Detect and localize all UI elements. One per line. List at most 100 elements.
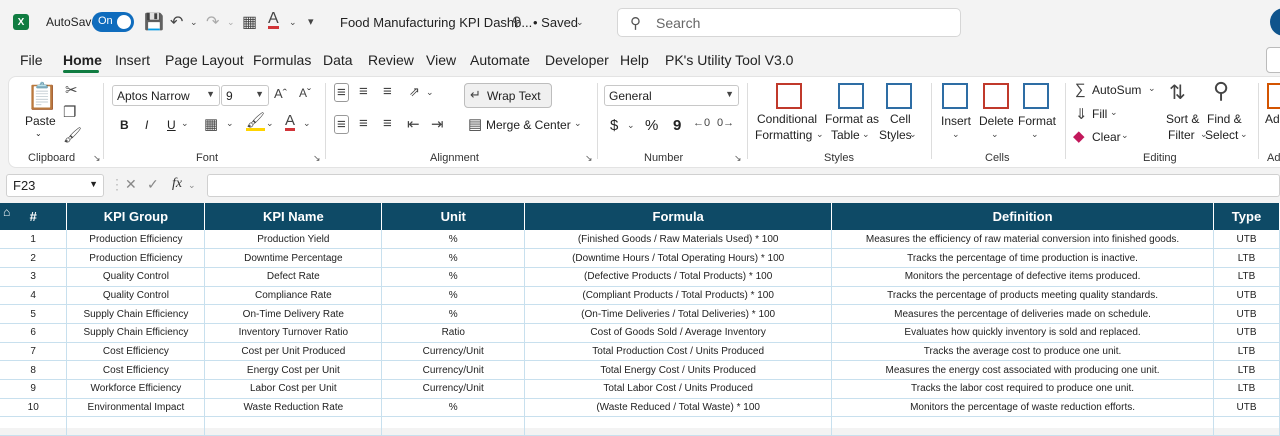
cell-unit[interactable]: % bbox=[381, 267, 526, 287]
header-formula[interactable]: Formula bbox=[524, 203, 833, 230]
cell-index[interactable]: 1 bbox=[0, 230, 68, 250]
cell-unit[interactable]: % bbox=[381, 304, 526, 324]
orientation-dropdown-icon[interactable]: ⌄ bbox=[426, 87, 434, 98]
cell-formula[interactable]: (Defective Products / Total Products) * … bbox=[524, 267, 833, 287]
table-label[interactable]: Table bbox=[831, 128, 860, 142]
borders-icon[interactable]: ▦ bbox=[204, 115, 218, 133]
paste-button-label[interactable]: Paste bbox=[25, 114, 56, 128]
header-index[interactable]: ⌂ # bbox=[0, 203, 68, 230]
decrease-font-icon[interactable]: Aˇ bbox=[299, 86, 311, 100]
font-name-select[interactable]: Aptos Narrow ▼ bbox=[112, 85, 220, 106]
cell-kpi-group[interactable]: Quality Control bbox=[66, 267, 206, 287]
tab-data[interactable]: Data bbox=[323, 52, 353, 68]
cell-unit[interactable] bbox=[381, 416, 526, 436]
cell-type[interactable]: LTB bbox=[1213, 342, 1280, 362]
cell-index[interactable]: 6 bbox=[0, 323, 68, 343]
format-painter-icon[interactable]: 🖌 bbox=[63, 126, 82, 144]
cell-index[interactable]: 2 bbox=[0, 248, 68, 268]
fill-color-dropdown-icon[interactable]: ⌄ bbox=[266, 118, 274, 129]
conditional-label[interactable]: Conditional bbox=[757, 112, 817, 126]
autosum-icon[interactable]: ∑ bbox=[1075, 81, 1086, 98]
cell-definition[interactable]: Measures the efficiency of raw material … bbox=[831, 230, 1214, 250]
delete-dropdown-icon[interactable]: ⌄ bbox=[991, 129, 999, 140]
header-kpi-group[interactable]: KPI Group bbox=[66, 203, 206, 230]
cell-formula[interactable] bbox=[524, 416, 833, 436]
font-launcher-icon[interactable]: ↘ bbox=[313, 153, 321, 164]
insert-dropdown-icon[interactable]: ⌄ bbox=[952, 129, 960, 140]
cell-styles-dropdown-icon[interactable]: ⌄ bbox=[909, 129, 917, 140]
select-label[interactable]: Select bbox=[1205, 128, 1238, 142]
merge-center-icon[interactable]: ▤ bbox=[468, 115, 482, 133]
fill-color-icon[interactable]: 🖌 bbox=[246, 113, 266, 131]
tab-view[interactable]: View bbox=[426, 52, 456, 68]
cell-kpi-name[interactable]: Compliance Rate bbox=[204, 286, 383, 306]
insert-cells-label[interactable]: Insert bbox=[941, 114, 971, 128]
cell-definition[interactable]: Measures the energy cost associated with… bbox=[831, 360, 1214, 380]
cell-formula[interactable]: Total Labor Cost / Units Produced bbox=[524, 379, 833, 399]
redo-icon[interactable]: ↷ bbox=[206, 12, 219, 32]
formatting-label[interactable]: Formatting bbox=[755, 128, 812, 142]
saved-dropdown-icon[interactable]: ⌄ bbox=[576, 17, 584, 28]
cell-definition[interactable]: Evaluates how quickly inventory is sold … bbox=[831, 323, 1214, 343]
header-kpi-name[interactable]: KPI Name bbox=[204, 203, 383, 230]
tab-automate[interactable]: Automate bbox=[470, 52, 530, 68]
cell-kpi-group[interactable]: Cost Efficiency bbox=[66, 342, 206, 362]
cell-kpi-group[interactable]: Cost Efficiency bbox=[66, 360, 206, 380]
cell-index[interactable]: 10 bbox=[0, 398, 68, 418]
cell-kpi-group[interactable]: Supply Chain Efficiency bbox=[66, 304, 206, 324]
align-center-icon[interactable]: ≡ bbox=[359, 115, 368, 132]
cell-unit[interactable]: % bbox=[381, 398, 526, 418]
cell-kpi-name[interactable]: Cost per Unit Produced bbox=[204, 342, 383, 362]
delete-cells-icon[interactable] bbox=[983, 83, 1009, 109]
cell-kpi-name[interactable]: Labor Cost per Unit bbox=[204, 379, 383, 399]
orientation-icon[interactable]: ⇗ bbox=[409, 84, 420, 100]
cell-definition[interactable] bbox=[831, 416, 1214, 436]
home-icon[interactable]: ⌂ bbox=[3, 205, 10, 219]
cell-kpi-name[interactable]: Defect Rate bbox=[204, 267, 383, 287]
cell-formula[interactable]: (Waste Reduced / Total Waste) * 100 bbox=[524, 398, 833, 418]
clear-button[interactable]: Clear bbox=[1092, 130, 1121, 144]
redo-dropdown-icon[interactable]: ⌄ bbox=[227, 17, 235, 28]
cell-index[interactable]: 4 bbox=[0, 286, 68, 306]
number-format-select[interactable]: General ▼ bbox=[604, 85, 739, 106]
cell-kpi-name[interactable]: Waste Reduction Rate bbox=[204, 398, 383, 418]
cell-definition[interactable]: Tracks the labor cost required to produc… bbox=[831, 379, 1214, 399]
formula-input[interactable] bbox=[207, 174, 1280, 197]
cell-unit[interactable]: % bbox=[381, 248, 526, 268]
find-dropdown-icon[interactable]: ⌄ bbox=[1240, 129, 1248, 140]
cell-type[interactable]: LTB bbox=[1213, 379, 1280, 399]
accounting-dropdown-icon[interactable]: ⌄ bbox=[627, 120, 635, 131]
tab-formulas[interactable]: Formulas bbox=[253, 52, 311, 68]
cell-type[interactable] bbox=[1213, 416, 1280, 436]
underline-dropdown-icon[interactable]: ⌄ bbox=[181, 118, 189, 129]
cell-index[interactable]: 9 bbox=[0, 379, 68, 399]
spreadsheet-grid[interactable]: ⌂ # KPI Group KPI Name Unit Formula Defin… bbox=[0, 203, 1280, 436]
conditional-dropdown-icon[interactable]: ⌄ bbox=[816, 129, 824, 140]
cell-type[interactable]: UTB bbox=[1213, 323, 1280, 343]
undo-icon[interactable]: ↶ bbox=[170, 12, 183, 32]
fill-dropdown-icon[interactable]: ⌄ bbox=[1110, 107, 1118, 118]
cell-formula[interactable]: (On-Time Deliveries / Total Deliveries) … bbox=[524, 304, 833, 324]
add-ins-icon[interactable] bbox=[1267, 83, 1280, 109]
cell-formula[interactable]: (Compliant Products / Total Products) * … bbox=[524, 286, 833, 306]
cell-unit[interactable]: Ratio bbox=[381, 323, 526, 343]
sort-filter-icon[interactable]: ⇅ bbox=[1169, 80, 1186, 105]
fill-icon[interactable]: ⇓ bbox=[1075, 105, 1088, 123]
cancel-icon[interactable]: ✕ bbox=[125, 176, 137, 193]
cell-type[interactable]: UTB bbox=[1213, 304, 1280, 324]
header-unit[interactable]: Unit bbox=[381, 203, 526, 230]
align-top-icon[interactable]: ≡ bbox=[334, 83, 349, 102]
autosum-button[interactable]: AutoSum bbox=[1092, 83, 1141, 97]
align-middle-icon[interactable]: ≡ bbox=[359, 83, 368, 100]
drag-handle-icon[interactable]: ⋮ bbox=[110, 176, 124, 193]
italic-button[interactable]: I bbox=[145, 118, 148, 132]
cell-definition[interactable]: Tracks the average cost to produce one u… bbox=[831, 342, 1214, 362]
cell-formula[interactable]: (Downtime Hours / Total Operating Hours)… bbox=[524, 248, 833, 268]
percent-style-button[interactable]: % bbox=[645, 117, 658, 134]
function-dropdown-icon[interactable]: ⌄ bbox=[188, 180, 196, 191]
cell-styles-icon[interactable] bbox=[886, 83, 912, 109]
cell-formula[interactable]: Cost of Goods Sold / Average Inventory bbox=[524, 323, 833, 343]
header-type[interactable]: Type bbox=[1213, 203, 1280, 230]
clear-dropdown-icon[interactable]: ⌄ bbox=[1121, 130, 1129, 141]
save-icon[interactable]: 💾 bbox=[144, 12, 164, 32]
